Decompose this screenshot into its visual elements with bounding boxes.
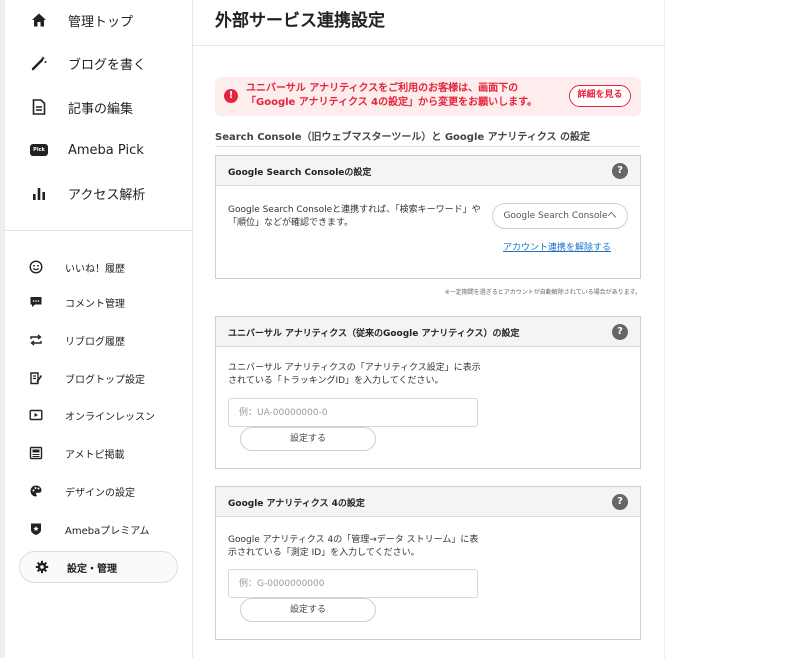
sidebar-item-label: オンラインレッスン (65, 411, 155, 423)
sidebar-item-label: ブログを書く (68, 57, 147, 73)
page-title: 外部サービス連携設定 (215, 11, 385, 31)
ga4-description-line-1: Google アナリティクス 4の「管理→データ ストリーム」に表 (228, 535, 479, 545)
tracking-id-input[interactable] (228, 398, 478, 427)
sidebar-item-comments[interactable]: コメント管理 (0, 285, 188, 319)
sidebar-item-reblog-history[interactable]: リブログ履歴 (0, 323, 188, 357)
gsc-card-title: Google Search Consoleの設定 (228, 168, 372, 178)
edit-page-icon (29, 371, 43, 385)
document-icon (30, 98, 48, 116)
sidebar-item-ametopi[interactable]: アメトピ掲載 (0, 436, 188, 470)
gsc-description: Google Search Consoleと連携すれば、「検索キーワード」や 「… (228, 204, 481, 230)
bar-chart-icon (30, 184, 48, 202)
sidebar-divider (5, 230, 193, 231)
google-search-console-button[interactable]: Google Search Consoleへ (492, 203, 628, 229)
sidebar-item-label: ブログトップ設定 (65, 374, 145, 386)
ua-save-button[interactable]: 設定する (240, 427, 376, 451)
ua-description-line-1: ユニバーサル アナリティクスの「アナリティクス設定」に表示 (228, 363, 481, 373)
warning-icon: ! (224, 89, 238, 103)
gsc-card-header: Google Search Consoleの設定 ? (216, 156, 640, 186)
unlink-account-link[interactable]: アカウント連携を解除する (503, 240, 611, 253)
sidebar-item-admin-top[interactable]: 管理トップ (5, 0, 193, 40)
sidebar-item-label: Ameba Pick (68, 142, 144, 158)
sidebar-item-label: 記事の編集 (68, 101, 134, 117)
help-icon[interactable]: ? (612, 324, 628, 340)
sidebar-item-online-lessons[interactable]: オンラインレッスン (0, 398, 188, 432)
title-divider (193, 45, 665, 46)
ga4-description-line-2: 示されている「測定 ID」を入力してください。 (228, 548, 420, 558)
sidebar-item-design-settings[interactable]: デザインの設定 (0, 474, 188, 508)
see-details-button[interactable]: 詳細を見る (569, 85, 631, 107)
sidebar-item-label: Amebaプレミアム (65, 525, 150, 537)
magic-pen-icon (30, 54, 48, 72)
help-icon[interactable]: ? (612, 494, 628, 510)
ga4-description: Google アナリティクス 4の「管理→データ ストリーム」に表 示されている… (228, 534, 478, 560)
section-heading: Search Console（旧ウェブマスターツール）と Google アナリテ… (215, 132, 591, 143)
alert-line-2: 「Google アナリティクス 4の設定」から変更をお願いします。 (246, 97, 538, 108)
sidebar-item-ameba-premium[interactable]: Amebaプレミアム (0, 512, 188, 546)
sidebar-item-write-blog[interactable]: ブログを書く (5, 43, 193, 83)
measurement-id-input[interactable] (228, 569, 478, 598)
sidebar-item-blog-top-settings[interactable]: ブログトップ設定 (0, 361, 188, 395)
sidebar-item-edit-articles[interactable]: 記事の編集 (5, 87, 193, 127)
alert-text: ユニバーサル アナリティクスをご利用のお客様は、画面下の 「Google アナリ… (246, 82, 537, 110)
ga4-card-title: Google アナリティクス 4の設定 (228, 499, 365, 509)
sidebar-item-label: アクセス解析 (68, 187, 146, 203)
section-divider (215, 146, 641, 147)
sidebar-item-access-analysis[interactable]: アクセス解析 (5, 173, 193, 213)
ga4-save-button[interactable]: 設定する (240, 598, 376, 622)
palette-icon (29, 484, 43, 498)
sidebar: 管理トップ ブログを書く 記事の編集 Pick Ameba Pick アクセス解… (0, 0, 193, 658)
alert-banner: ! ユニバーサル アナリティクスをご利用のお客様は、画面下の 「Google ア… (215, 77, 641, 116)
sidebar-item-like-history[interactable]: いいね！履歴 (0, 250, 188, 284)
pick-badge-icon: Pick (30, 141, 48, 159)
reblog-icon (29, 333, 43, 347)
sidebar-item-ameba-pick[interactable]: Pick Ameba Pick (5, 130, 193, 170)
smile-icon (29, 260, 43, 274)
premium-shield-icon (29, 522, 43, 536)
sidebar-item-label: いいね！履歴 (65, 263, 125, 275)
ua-description: ユニバーサル アナリティクスの「アナリティクス設定」に表示 されている「トラッキ… (228, 362, 481, 388)
sidebar-item-label: デザインの設定 (65, 487, 135, 499)
gsc-description-line-1: Google Search Consoleと連携すれば、「検索キーワード」や (228, 205, 481, 215)
sidebar-item-label: コメント管理 (65, 298, 125, 310)
help-icon[interactable]: ? (612, 163, 628, 179)
ua-card-header: ユニバーサル アナリティクス（従来のGoogle アナリティクス）の設定 ? (216, 317, 640, 347)
gsc-description-line-2: 「順位」などが確認できます。 (228, 218, 354, 228)
gear-icon (35, 560, 49, 574)
ua-settings-card: ユニバーサル アナリティクス（従来のGoogle アナリティクス）の設定 ? ユ… (215, 316, 641, 469)
pick-badge-text: Pick (30, 144, 48, 156)
alert-line-1: ユニバーサル アナリティクスをご利用のお客様は、画面下の (246, 83, 519, 94)
ga4-card-header: Google アナリティクス 4の設定 ? (216, 487, 640, 517)
video-icon (29, 408, 43, 422)
gsc-settings-card: Google Search Consoleの設定 ? Google Search… (215, 155, 641, 279)
auto-unlink-note: ※一定期間を過ぎるとアカウントが自動解除されている場合があります。 (444, 289, 641, 296)
home-icon (30, 11, 48, 29)
main-content: 外部サービス連携設定 ! ユニバーサル アナリティクスをご利用のお客様は、画面下… (193, 0, 665, 658)
comment-icon (29, 295, 43, 309)
sidebar-item-label: リブログ履歴 (65, 336, 125, 348)
sidebar-item-settings-management[interactable]: 設定・管理 (19, 551, 178, 583)
ua-description-line-2: されている「トラッキングID」を入力してください。 (228, 376, 444, 386)
ga4-settings-card: Google アナリティクス 4の設定 ? Google アナリティクス 4の「… (215, 486, 641, 640)
sidebar-item-label: 管理トップ (68, 14, 134, 30)
news-icon (29, 446, 43, 460)
sidebar-item-label: アメトピ掲載 (65, 449, 125, 461)
ua-card-title: ユニバーサル アナリティクス（従来のGoogle アナリティクス）の設定 (228, 329, 520, 339)
sidebar-item-label: 設定・管理 (67, 563, 117, 575)
